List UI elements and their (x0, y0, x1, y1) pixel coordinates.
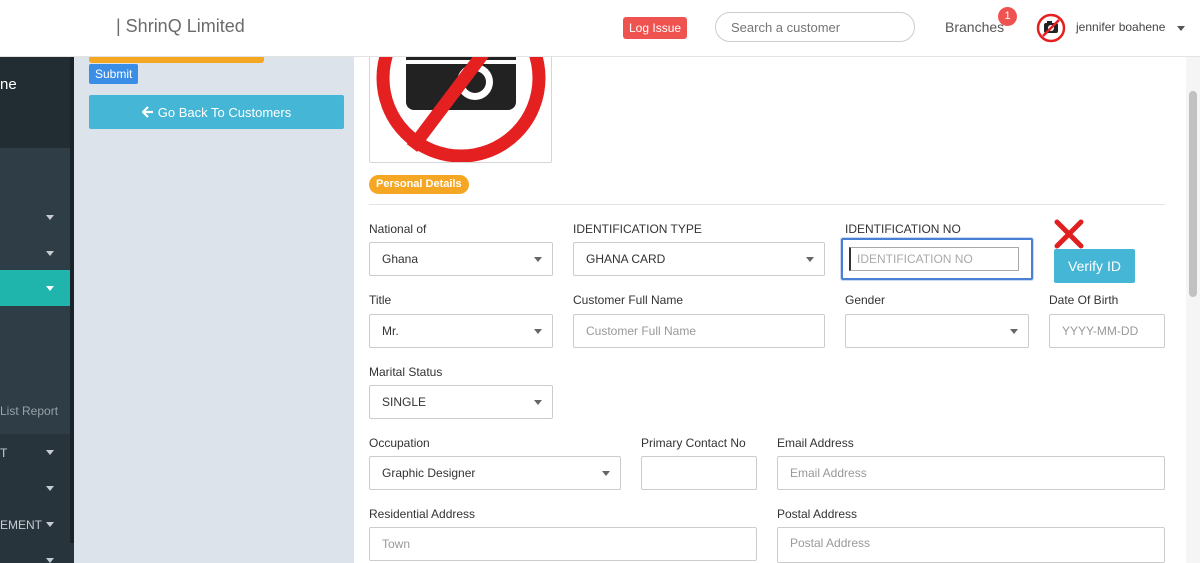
go-back-button[interactable]: Go Back To Customers (89, 95, 344, 129)
title-select[interactable]: Mr. (369, 314, 553, 348)
sidebar: ne List Report T EMENT (0, 57, 74, 563)
verify-id-button[interactable]: Verify ID (1054, 249, 1135, 283)
idno-label: IDENTIFICATION NO (845, 222, 961, 236)
national-value: Ghana (382, 252, 419, 266)
sidebar-user-name: ne (0, 76, 17, 93)
national-label: National of (369, 222, 427, 236)
marital-value: SINGLE (382, 395, 427, 409)
fullname-input[interactable]: Customer Full Name (573, 314, 825, 348)
contact-input[interactable] (641, 456, 757, 490)
chevron-down-icon[interactable] (46, 558, 54, 563)
national-select[interactable]: Ghana (369, 242, 553, 276)
contact-label: Primary Contact No (641, 436, 746, 450)
chevron-down-icon[interactable] (46, 486, 54, 491)
occupation-label: Occupation (369, 436, 430, 450)
avatar[interactable] (1036, 13, 1066, 43)
close-icon (1054, 219, 1084, 249)
email-label: Email Address (777, 436, 854, 450)
title-value: Mr. (382, 324, 399, 338)
sidebar-header: ne (0, 57, 74, 148)
branches-count-badge: 1 (998, 7, 1017, 26)
gender-select[interactable] (845, 314, 1029, 348)
top-bar: | ShrinQ Limited Log Issue Branches 1 je… (0, 0, 1200, 57)
sidebar-item-management[interactable]: EMENT (0, 518, 42, 532)
chevron-down-icon[interactable] (46, 450, 54, 455)
customer-search-input[interactable] (715, 12, 915, 42)
chevron-down-icon (534, 400, 542, 405)
occupation-select[interactable]: Graphic Designer (369, 456, 621, 490)
idtype-select[interactable]: GHANA CARD (573, 242, 825, 276)
log-issue-button[interactable]: Log Issue (623, 17, 688, 39)
chevron-down-icon[interactable] (1177, 26, 1185, 31)
dob-input[interactable]: YYYY-MM-DD (1049, 314, 1165, 348)
customer-form: Personal Details National of Ghana IDENT… (354, 47, 1186, 563)
postal-input[interactable]: Postal Address (777, 527, 1165, 563)
postal-label: Postal Address (777, 507, 858, 521)
sidebar-item-t[interactable]: T (0, 446, 7, 460)
section-badge-personal-details: Personal Details (369, 175, 469, 194)
chevron-down-icon[interactable] (46, 286, 54, 291)
user-menu[interactable]: jennifer boahene (1076, 20, 1165, 34)
idno-placeholder: IDENTIFICATION NO (849, 247, 1019, 271)
chevron-down-icon (806, 257, 814, 262)
chevron-down-icon (1010, 329, 1018, 334)
left-panel: Submit Go Back To Customers (74, 57, 354, 563)
sidebar-item-active[interactable] (0, 270, 74, 306)
idtype-value: GHANA CARD (586, 252, 666, 266)
sidebar-item-list-report[interactable]: List Report (0, 404, 58, 418)
marital-label: Marital Status (369, 365, 443, 379)
branches-link[interactable]: Branches (945, 19, 1004, 35)
residential-label: Residential Address (369, 507, 476, 521)
orange-button-edge[interactable] (89, 57, 264, 63)
gender-label: Gender (845, 293, 886, 307)
residential-input[interactable]: Town (369, 527, 757, 561)
page-scrollbar[interactable] (1186, 57, 1200, 563)
email-input[interactable]: Email Address (777, 456, 1165, 490)
arrow-left-icon (141, 106, 153, 118)
sidebar-section: T EMENT (0, 434, 74, 563)
dob-label: Date Of Birth (1049, 293, 1119, 307)
chevron-down-icon (602, 471, 610, 476)
chevron-down-icon[interactable] (46, 251, 54, 256)
go-back-label: Go Back To Customers (157, 104, 292, 120)
marital-select[interactable]: SINGLE (369, 385, 553, 419)
customer-photo[interactable] (369, 47, 552, 163)
no-camera-icon (376, 48, 546, 162)
chevron-down-icon (534, 257, 542, 262)
chevron-down-icon[interactable] (46, 522, 54, 527)
occupation-value: Graphic Designer (382, 466, 476, 480)
chevron-down-icon (534, 329, 542, 334)
fullname-label: Customer Full Name (573, 293, 684, 307)
submit-button[interactable]: Submit (89, 64, 139, 84)
brand-title: | ShrinQ Limited (116, 16, 245, 36)
divider (369, 204, 1165, 205)
scrollbar-thumb[interactable] (1189, 91, 1197, 297)
idno-input[interactable]: IDENTIFICATION NO (841, 238, 1033, 280)
chevron-down-icon[interactable] (46, 215, 54, 220)
idtype-label: IDENTIFICATION TYPE (573, 222, 702, 236)
title-label: Title (369, 293, 392, 307)
